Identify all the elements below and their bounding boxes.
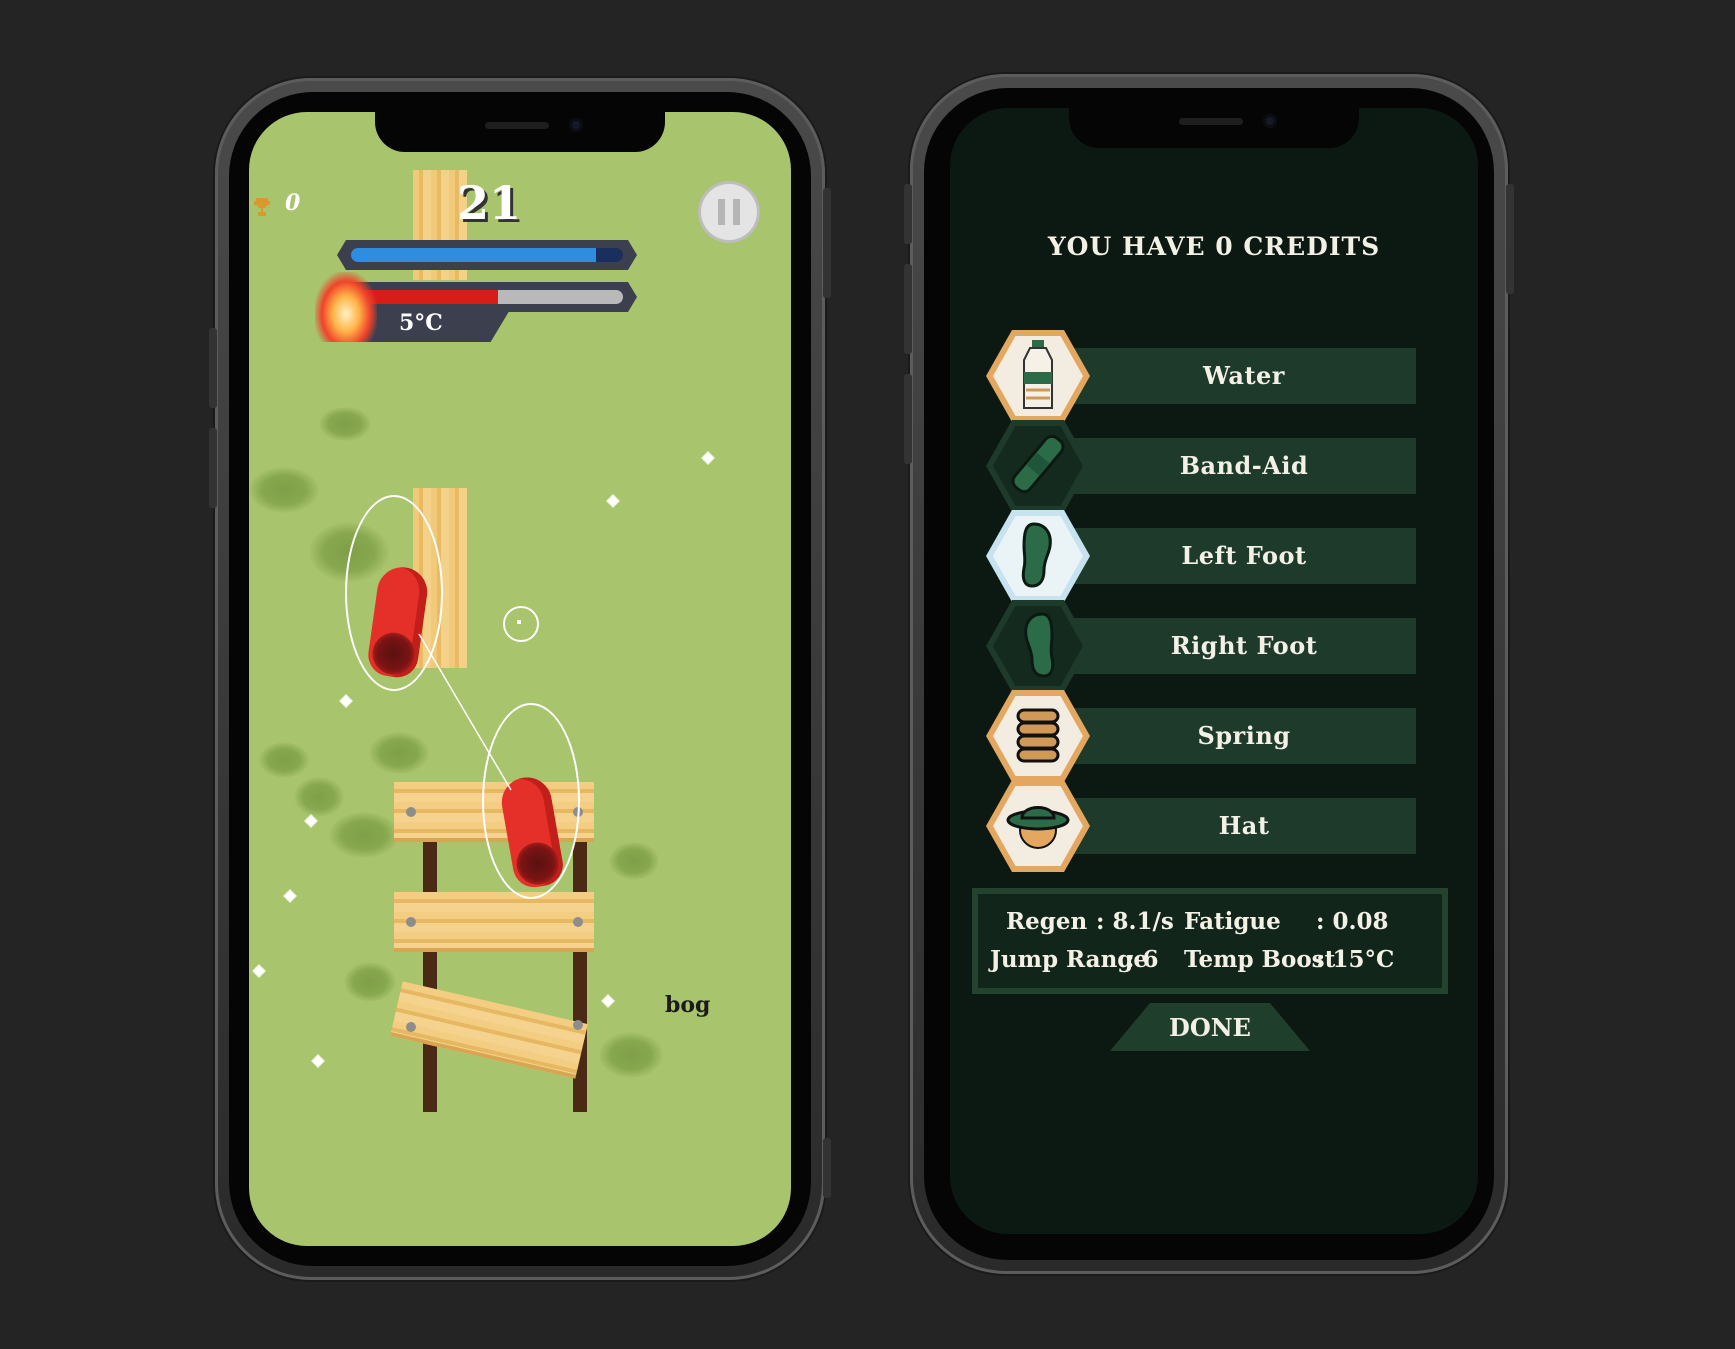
fatigue-value: : 0.08 — [1316, 908, 1389, 935]
fatigue-label: Fatigue — [1184, 908, 1281, 935]
item-label: Hat — [1218, 811, 1270, 840]
score-counter: 21 — [456, 176, 521, 230]
stats-panel: Regen : 8.1/s Fatigue : 0.08 Jump Range … — [972, 888, 1448, 994]
shop-item-hat[interactable]: Hat — [986, 780, 1416, 872]
regen-label: Regen — [1006, 908, 1088, 935]
power-button — [1506, 184, 1514, 294]
jump-range-label: Jump Range — [990, 946, 1149, 973]
phone-right: YOU HAVE 0 CREDITS Water Band-Aid Left F… — [904, 74, 1514, 1274]
shop-screen: YOU HAVE 0 CREDITS Water Band-Aid Left F… — [950, 108, 1478, 1234]
fire-icon — [315, 272, 377, 342]
power-button — [823, 188, 831, 298]
pause-button[interactable] — [701, 184, 757, 240]
item-label: Right Foot — [1170, 631, 1318, 660]
shop-item-band-aid[interactable]: Band-Aid — [986, 420, 1416, 512]
trophy-icon — [254, 198, 270, 216]
left-foot-icon — [1021, 522, 1052, 588]
jump-range-value: : 6 — [1126, 946, 1159, 973]
pause-icon — [718, 199, 725, 225]
shop-item-water[interactable]: Water — [986, 330, 1416, 422]
spring-icon — [1016, 708, 1060, 763]
hat-icon — [1006, 806, 1070, 849]
target-reticle[interactable] — [503, 606, 539, 642]
regen-value: : 8.1/s — [1096, 908, 1174, 935]
phone-notch — [1069, 108, 1359, 148]
stamina-bar — [337, 240, 637, 270]
temperature-readout: 5°C — [399, 310, 443, 336]
phone-left: 0 21 5°C bog — [209, 78, 831, 1280]
right-foot-icon — [1024, 612, 1055, 678]
band-aid-icon — [1011, 434, 1065, 494]
game-screen[interactable]: 0 21 5°C bog — [249, 112, 791, 1246]
side-button — [823, 1138, 831, 1198]
credits-title: YOU HAVE 0 CREDITS — [1047, 232, 1381, 261]
shop-item-left-foot[interactable]: Left Foot — [986, 510, 1416, 602]
pause-icon-bar — [733, 199, 740, 225]
heat-bar — [337, 282, 637, 312]
phone-notch — [375, 112, 665, 152]
volume-button — [209, 328, 217, 408]
done-button[interactable]: DONE — [1110, 1003, 1310, 1051]
temp-boost-value: : 15°C — [1316, 946, 1395, 973]
item-label: Spring — [1197, 721, 1291, 750]
item-label: Band-Aid — [1179, 451, 1309, 480]
shop-item-spring[interactable]: Spring — [986, 690, 1416, 782]
location-label: bog — [665, 992, 711, 1018]
temp-boost-label: Temp Boost — [1184, 946, 1336, 973]
item-label: Left Foot — [1181, 541, 1307, 570]
item-label: Water — [1203, 361, 1285, 390]
water-bottle-icon — [1023, 340, 1053, 409]
volume-button — [904, 374, 912, 464]
target-reticle-dot — [517, 620, 521, 624]
trophy-count: 0 — [285, 190, 301, 216]
volume-button — [904, 264, 912, 354]
volume-button — [904, 184, 912, 244]
stamina-bar-fill — [351, 248, 596, 262]
volume-button — [209, 428, 217, 508]
shop-item-right-foot[interactable]: Right Foot — [986, 600, 1416, 692]
